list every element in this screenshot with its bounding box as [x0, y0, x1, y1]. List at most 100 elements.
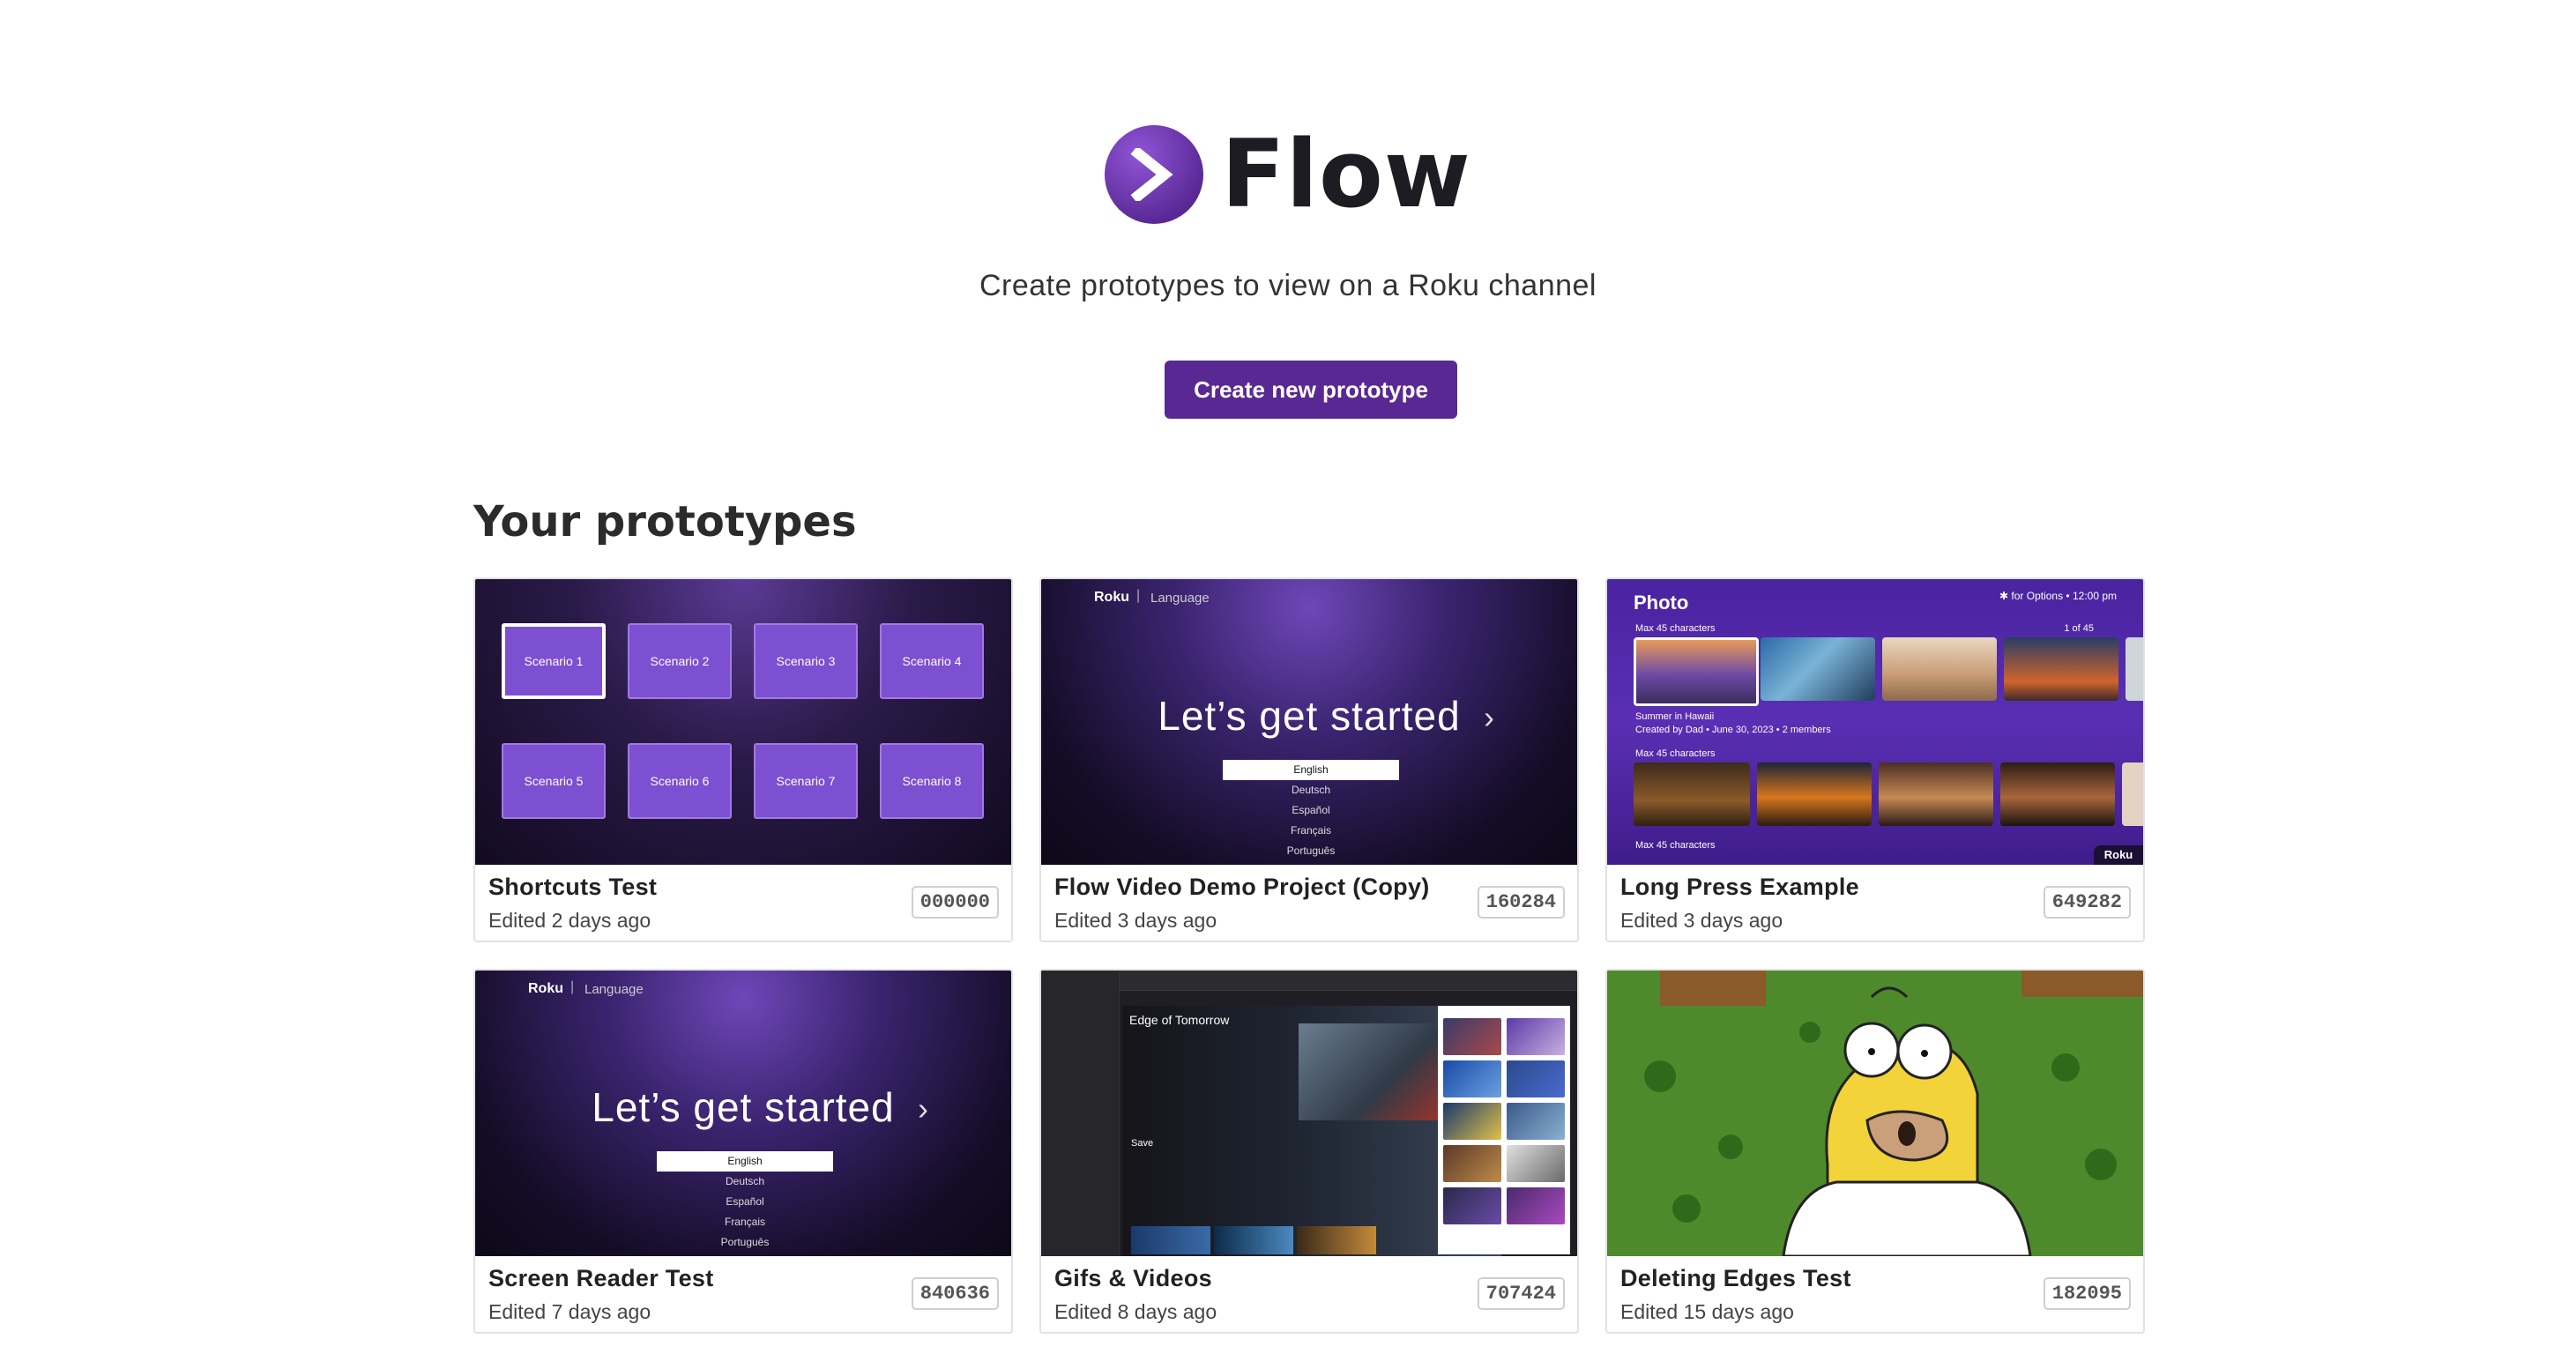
language-list: English Deutsch Español Français Portugu… — [1223, 760, 1399, 861]
photo-tile — [2004, 637, 2118, 701]
language-option: Deutsch — [725, 1175, 765, 1187]
create-prototype-button[interactable]: Create new prototype — [1165, 361, 1457, 419]
prototype-name: Screen Reader Test — [488, 1265, 714, 1291]
section-title: Your prototypes — [473, 497, 857, 547]
photo-tile — [2122, 763, 2143, 826]
grid-tile — [1443, 1018, 1501, 1055]
thumb-strip — [1214, 1226, 1293, 1254]
grid-tile — [1507, 1018, 1565, 1055]
prototype-thumbnail: Roku | Language Let’s get started › Engl… — [475, 971, 1011, 1256]
prototype-thumbnail: Roku | Language Let’s get started › Engl… — [1041, 579, 1577, 865]
roku-brand: Roku — [528, 981, 563, 996]
grid-tile — [1507, 1187, 1565, 1224]
scenario-tile: Scenario 7 — [754, 743, 858, 819]
prototype-name: Gifs & Videos — [1054, 1265, 1212, 1291]
prototype-card[interactable]: Edge of Tomorrow Save Gifs & Videos Edit… — [1039, 969, 1579, 1334]
prototype-thumbnail: Photo ✱ for Options • 12:00 pm Max 45 ch… — [1607, 579, 2143, 865]
grid-tile — [1507, 1145, 1565, 1182]
grid-preview — [1438, 1006, 1570, 1254]
prototype-grid: Scenario 1 Scenario 2 Scenario 3 Scenari… — [473, 577, 2145, 1334]
prototype-edited: Edited 15 days ago — [1620, 1300, 1794, 1323]
screen-heading: Language — [1150, 591, 1210, 606]
photo-tile — [1757, 763, 1872, 826]
row-label: Max 45 characters — [1635, 748, 1716, 759]
cartoon-character-image — [1607, 971, 2143, 1256]
prototype-code-badge: 182095 — [2043, 1277, 2131, 1310]
album-subtitle: Created by Dad • June 30, 2023 • 2 membe… — [1635, 725, 1831, 735]
prototype-card[interactable]: Photo ✱ for Options • 12:00 pm Max 45 ch… — [1605, 577, 2145, 942]
prototype-edited: Edited 2 days ago — [488, 909, 651, 932]
prototype-code-badge: 160284 — [1477, 886, 1565, 919]
editor-sidebar — [1041, 971, 1120, 1256]
grid-tile — [1507, 1103, 1565, 1140]
screen-heading: Language — [584, 982, 644, 997]
chevron-right-icon: › — [1484, 699, 1494, 735]
prototype-thumbnail — [1607, 971, 2143, 1256]
page-subtitle: Create prototypes to view on a Roku chan… — [979, 269, 1597, 302]
divider: | — [570, 979, 575, 994]
flow-chevron-icon — [1105, 125, 1204, 224]
scenario-tile: Scenario 2 — [628, 623, 732, 699]
grid-tile — [1443, 1187, 1501, 1224]
app-logo: Flow — [0, 125, 2576, 224]
movie-poster — [1299, 1023, 1448, 1120]
prototype-name: Flow Video Demo Project (Copy) — [1054, 874, 1430, 900]
logo-text: Flow — [1221, 120, 1471, 228]
photo-tile — [1634, 763, 1750, 826]
screen-title: Let’s get started — [1158, 693, 1461, 739]
screen-title: Let’s get started — [592, 1084, 895, 1130]
language-option: Português — [1286, 844, 1336, 857]
prototype-card[interactable]: Roku | Language Let’s get started › Engl… — [1039, 577, 1579, 942]
prototype-card[interactable]: Roku | Language Let’s get started › Engl… — [473, 969, 1013, 1334]
photo-tile — [1634, 637, 1759, 706]
scenario-tile: Scenario 6 — [628, 743, 732, 819]
prototype-thumbnail: Edge of Tomorrow Save — [1041, 971, 1577, 1256]
row-label: Max 45 characters — [1635, 840, 1716, 851]
grid-tile — [1507, 1060, 1565, 1097]
prototype-name: Deleting Edges Test — [1620, 1265, 1851, 1291]
prototype-card[interactable]: Scenario 1 Scenario 2 Scenario 3 Scenari… — [473, 577, 1013, 942]
photo-tile — [2126, 637, 2143, 701]
row-label: Max 45 characters — [1635, 623, 1716, 634]
photo-tile — [1882, 637, 1997, 701]
prototype-edited: Edited 8 days ago — [1054, 1300, 1217, 1323]
scenario-tile: Scenario 8 — [880, 743, 984, 819]
language-option: Français — [724, 1216, 765, 1228]
roku-brand: Roku — [1094, 590, 1129, 605]
grid-tile — [1443, 1145, 1501, 1182]
divider: | — [1136, 588, 1141, 603]
prototype-code-badge: 707424 — [1477, 1277, 1565, 1310]
prototype-card[interactable]: Deleting Edges Test Edited 15 days ago 1… — [1605, 969, 2145, 1334]
grid-tile — [1443, 1103, 1501, 1140]
chevron-right-icon: › — [918, 1090, 928, 1127]
photo-tile — [1879, 763, 1993, 826]
language-option: English — [1223, 760, 1399, 780]
language-option: Deutsch — [1291, 784, 1331, 796]
language-option: English — [657, 1151, 833, 1172]
prototype-name: Long Press Example — [1620, 874, 1859, 900]
grid-tile — [1443, 1060, 1501, 1097]
language-option: Français — [1290, 824, 1331, 837]
prototype-edited: Edited 7 days ago — [488, 1300, 651, 1323]
photo-meta: ✱ for Options • 12:00 pm — [1999, 590, 2117, 602]
scenario-tile: Scenario 5 — [502, 743, 606, 819]
language-option: Español — [726, 1195, 764, 1208]
album-title: Summer in Hawaii — [1635, 711, 1715, 722]
thumb-strip — [1131, 1226, 1210, 1254]
scenario-tile: Scenario 1 — [502, 623, 606, 699]
row-count: 1 of 45 — [2064, 623, 2094, 634]
prototype-code-badge: 649282 — [2043, 886, 2131, 919]
prototype-code-badge: 000000 — [911, 886, 999, 919]
prototype-thumbnail: Scenario 1 Scenario 2 Scenario 3 Scenari… — [475, 579, 1011, 865]
prototype-edited: Edited 3 days ago — [1620, 909, 1783, 932]
save-label: Save — [1131, 1138, 1154, 1149]
prototype-name: Shortcuts Test — [488, 874, 658, 900]
scenario-tile: Scenario 4 — [880, 623, 984, 699]
photo-tile — [2000, 763, 2115, 826]
prototype-code-badge: 840636 — [911, 1277, 999, 1310]
language-option: Español — [1292, 804, 1330, 816]
language-option: Português — [720, 1236, 770, 1248]
photo-tile — [1761, 637, 1875, 701]
movie-title: Edge of Tomorrow — [1129, 1013, 1230, 1027]
photo-brand: Photo — [1634, 591, 1689, 614]
